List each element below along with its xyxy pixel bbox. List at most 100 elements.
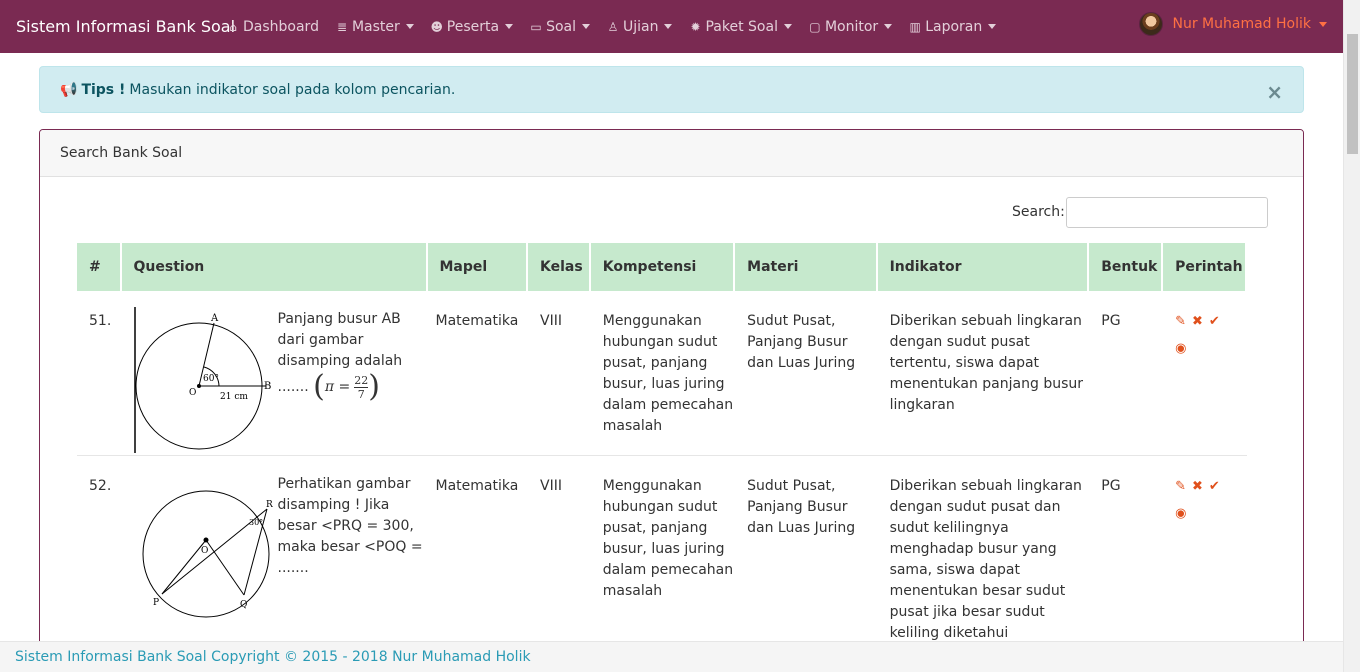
point-label-o: O bbox=[201, 546, 208, 556]
search-card: Search Bank Soal Search: # Question Mape… bbox=[39, 129, 1304, 672]
table-row: 51. A B O 60° 21 cm Panjang busur AB dar… bbox=[77, 291, 1247, 456]
check-icon[interactable]: ✔ bbox=[1209, 311, 1220, 332]
nav-dashboard-label: Dashboard bbox=[243, 18, 319, 35]
circle-figure-inscribed: P Q R O 30° bbox=[142, 490, 273, 618]
view-icon[interactable]: ◉ bbox=[1175, 503, 1186, 524]
avatar bbox=[1138, 12, 1163, 36]
radius-label: 21 cm bbox=[220, 392, 248, 402]
nav-paket-soal-label: Paket Soal bbox=[705, 18, 778, 35]
row-bentuk: PG bbox=[1089, 456, 1164, 645]
alert-message: Masukan indikator soal pada kolom pencar… bbox=[129, 81, 456, 98]
col-header-bentuk[interactable]: Bentuk bbox=[1089, 243, 1164, 291]
desktop-icon: ▭ bbox=[530, 19, 542, 34]
row-question: P Q R O 30° Perhatikan gambar disamping … bbox=[121, 456, 428, 645]
nav-monitor[interactable]: ▢ Monitor bbox=[808, 18, 893, 35]
col-header-question[interactable]: Question bbox=[121, 243, 428, 291]
delete-icon[interactable]: ✖ bbox=[1192, 476, 1203, 497]
brand[interactable]: Sistem Informasi Bank Soal bbox=[0, 17, 235, 36]
col-header-kelas[interactable]: Kelas bbox=[528, 243, 591, 291]
nav-master-label: Master bbox=[351, 18, 400, 35]
chevron-down-icon bbox=[884, 24, 893, 29]
table-header-row: # Question Mapel Kelas Kompetensi Materi… bbox=[77, 243, 1247, 291]
row-actions: ✎ ✖ ✔ ◉ bbox=[1163, 291, 1247, 456]
nav-peserta-label: Peserta bbox=[446, 18, 500, 35]
chevron-down-icon bbox=[1319, 21, 1327, 27]
point-label-b: B bbox=[264, 381, 271, 392]
card-title: Search Bank Soal bbox=[40, 130, 1303, 177]
chevron-down-icon bbox=[664, 24, 673, 29]
scrollbar-thumb[interactable] bbox=[1347, 34, 1358, 154]
col-header-indikator[interactable]: Indikator bbox=[877, 243, 1090, 291]
chevron-down-icon bbox=[582, 24, 590, 29]
navbar: Sistem Informasi Bank Soal ⌂ Dashboard ≣… bbox=[0, 0, 1343, 53]
chevron-down-icon bbox=[505, 24, 514, 29]
nav-dashboard[interactable]: ⌂ Dashboard bbox=[226, 19, 319, 35]
row-kelas: VIII bbox=[528, 291, 591, 456]
user-menu[interactable]: Nur Muhamad Holik bbox=[1138, 12, 1327, 36]
database-icon: ≣ bbox=[336, 19, 347, 34]
user-name: Nur Muhamad Holik bbox=[1172, 16, 1312, 32]
delete-icon[interactable]: ✖ bbox=[1192, 311, 1203, 332]
point-label-a: A bbox=[210, 313, 219, 324]
chevron-down-icon bbox=[783, 24, 792, 29]
home-icon: ⌂ bbox=[229, 19, 237, 34]
pi-formula: ( π = 22 7 ) bbox=[313, 369, 380, 404]
nav-menu: ⌂ Dashboard ≣ Master ☻ Peserta ▭ Soal ♙ … bbox=[226, 0, 1012, 53]
col-header-kompetensi[interactable]: Kompetensi bbox=[590, 243, 736, 291]
row-indikator: Diberikan sebuah lingkaran dengan sudut … bbox=[877, 456, 1090, 645]
bar-chart-icon: ▥ bbox=[909, 19, 921, 34]
question-text: Perhatikan gambar disamping ! Jika besar… bbox=[277, 476, 423, 576]
row-bentuk: PG bbox=[1089, 291, 1164, 456]
row-mapel: Matematika bbox=[427, 456, 529, 645]
row-kompetensi: Menggunakan hubungan sudut pusat, panjan… bbox=[590, 456, 736, 645]
row-kelas: VIII bbox=[528, 456, 591, 645]
nav-master[interactable]: ≣ Master bbox=[335, 19, 414, 35]
footer: Sistem Informasi Bank Soal Copyright © 2… bbox=[0, 641, 1343, 672]
award-icon: ♙ bbox=[607, 19, 619, 34]
search-label: Search: bbox=[1012, 204, 1065, 220]
chevron-down-icon bbox=[405, 24, 414, 29]
bank-soal-table: # Question Mapel Kelas Kompetensi Materi… bbox=[77, 243, 1247, 645]
point-label-p: P bbox=[153, 598, 159, 608]
chevron-down-icon bbox=[988, 24, 997, 29]
col-header-no[interactable]: # bbox=[77, 243, 122, 291]
gear-icon: ✹ bbox=[690, 19, 701, 34]
nav-ujian[interactable]: ♙ Ujian bbox=[606, 18, 673, 35]
circle-figure-arc: A B O 60° 21 cm bbox=[133, 307, 271, 453]
users-icon: ☻ bbox=[430, 19, 444, 34]
nav-soal[interactable]: ▭ Soal bbox=[529, 19, 590, 35]
formula-numerator: 22 bbox=[354, 373, 369, 388]
question-text: Panjang busur AB dari gambar disamping a… bbox=[278, 307, 428, 455]
view-icon[interactable]: ◉ bbox=[1175, 338, 1186, 359]
vertical-scrollbar[interactable] bbox=[1343, 0, 1360, 672]
nav-soal-label: Soal bbox=[546, 18, 576, 35]
search-input[interactable] bbox=[1066, 197, 1268, 228]
tv-icon: ▢ bbox=[809, 19, 821, 34]
row-materi: Sudut Pusat, Panjang Busur dan Luas Juri… bbox=[735, 456, 878, 645]
row-no: 51. bbox=[77, 291, 122, 456]
angle-label: 30° bbox=[249, 518, 263, 527]
edit-icon[interactable]: ✎ bbox=[1175, 476, 1186, 497]
nav-laporan[interactable]: ▥ Laporan bbox=[908, 18, 997, 35]
nav-peserta[interactable]: ☻ Peserta bbox=[430, 18, 514, 35]
row-mapel: Matematika bbox=[427, 291, 529, 456]
row-indikator: Diberikan sebuah lingkaran dengan sudut … bbox=[877, 291, 1090, 456]
table-row: 52. P Q R O 30° Perhatikan gambar disamp… bbox=[77, 456, 1247, 645]
col-header-perintah[interactable]: Perintah bbox=[1163, 243, 1247, 291]
angle-label: 60° bbox=[203, 374, 219, 384]
nav-monitor-label: Monitor bbox=[824, 18, 879, 35]
nav-laporan-label: Laporan bbox=[925, 18, 983, 35]
row-no: 52. bbox=[77, 456, 122, 645]
col-header-materi[interactable]: Materi bbox=[735, 243, 878, 291]
edit-icon[interactable]: ✎ bbox=[1175, 311, 1186, 332]
nav-ujian-label: Ujian bbox=[623, 18, 659, 35]
nav-paket-soal[interactable]: ✹ Paket Soal bbox=[688, 18, 792, 35]
point-label-q: Q bbox=[240, 600, 247, 610]
row-kompetensi: Menggunakan hubungan sudut pusat, panjan… bbox=[590, 291, 736, 456]
close-icon[interactable]: × bbox=[1266, 80, 1283, 104]
tips-alert: 📢 Tips ! Masukan indikator soal pada kol… bbox=[39, 66, 1304, 113]
formula-lhs: π = bbox=[324, 378, 351, 395]
alert-title: Tips ! bbox=[81, 81, 126, 98]
check-icon[interactable]: ✔ bbox=[1209, 476, 1220, 497]
col-header-mapel[interactable]: Mapel bbox=[427, 243, 529, 291]
